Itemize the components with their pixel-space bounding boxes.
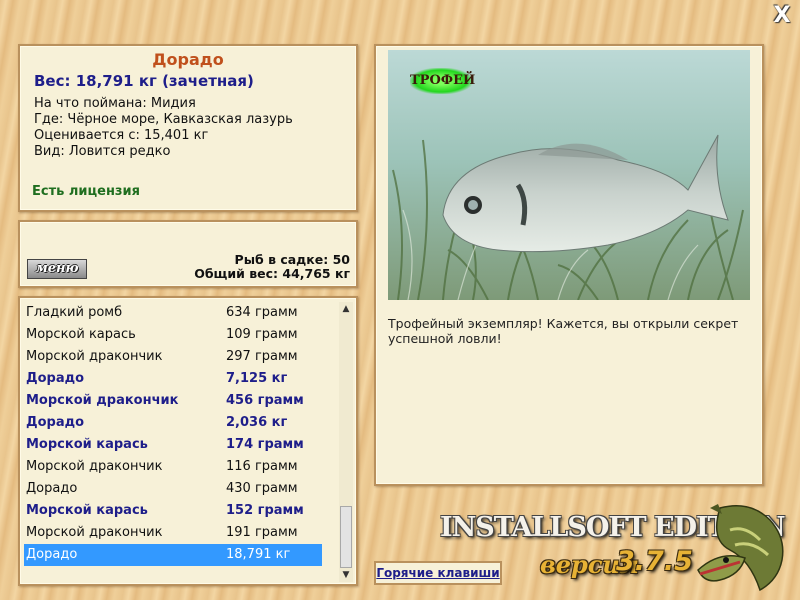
- fish-info-panel: Дорадо Вес: 18,791 кг (зачетная) На что …: [18, 44, 358, 212]
- scroll-thumb[interactable]: [340, 506, 352, 568]
- catch-fish-name: Морской дракончик: [26, 525, 163, 540]
- catch-fish-weight: 116 грамм: [226, 459, 298, 474]
- fish-bait: На что поймана: Мидия: [34, 96, 196, 111]
- catch-fish-name: Дорадо: [26, 371, 85, 386]
- fish-rarity: Вид: Ловится редко: [34, 144, 171, 159]
- list-scrollbar[interactable]: ▲ ▼: [339, 302, 353, 582]
- catch-fish-name: Морской дракончик: [26, 459, 163, 474]
- catch-list[interactable]: Гладкий ромб 634 грамм Морской карась 109 г…: [18, 296, 358, 586]
- close-button[interactable]: X: [772, 5, 792, 27]
- catch-fish-name: Дорадо: [26, 547, 78, 562]
- catch-fish-name: Морской карась: [26, 327, 136, 342]
- catch-list-item[interactable]: Дорадо 430 грамм: [24, 478, 322, 500]
- catch-fish-weight: 430 грамм: [226, 481, 298, 496]
- menu-button[interactable]: меню: [27, 259, 87, 279]
- catch-fish-weight: 152 грамм: [226, 503, 304, 518]
- catch-fish-weight: 2,036 кг: [226, 415, 288, 430]
- catch-fish-weight: 7,125 кг: [226, 371, 288, 386]
- catch-fish-weight: 634 грамм: [226, 305, 298, 320]
- fish-description: Трофейный экземпляр! Кажется, вы открыли…: [388, 316, 739, 346]
- hotkeys-button[interactable]: Горячие клавиши: [374, 561, 502, 585]
- catch-fish-weight: 191 грамм: [226, 525, 298, 540]
- license-status: Есть лицензия: [32, 184, 140, 199]
- catch-fish-weight: 109 грамм: [226, 327, 298, 342]
- catch-fish-weight: 174 грамм: [226, 437, 304, 452]
- catch-fish-weight: 297 грамм: [226, 349, 298, 364]
- catch-fish-name: Морской карась: [26, 437, 148, 452]
- scroll-down-arrow-icon[interactable]: ▼: [339, 568, 353, 582]
- catch-fish-name: Морской карась: [26, 503, 148, 518]
- fish-min-weight: Оценивается с: 15,401 кг: [34, 128, 209, 143]
- keepnet-stats-panel: меню Рыб в садке: 50 Общий вес: 44,765 к…: [18, 220, 358, 288]
- pike-fish-icon: [697, 504, 784, 592]
- total-weight: Общий вес: 44,765 кг: [194, 266, 350, 281]
- catch-list-item[interactable]: Морской карась 174 грамм: [24, 434, 322, 456]
- catch-list-item[interactable]: Дорадо 2,036 кг: [24, 412, 322, 434]
- catch-fish-name: Морской дракончик: [26, 349, 163, 364]
- catch-fish-name: Морской дракончик: [26, 393, 179, 408]
- catch-list-item[interactable]: Гладкий ромб 634 грамм: [24, 302, 322, 324]
- catch-fish-name: Дорадо: [26, 415, 85, 430]
- fish-location: Где: Чёрное море, Кавказская лазурь: [34, 112, 293, 127]
- catch-list-item[interactable]: Морской дракончик 456 грамм: [24, 390, 322, 412]
- catch-fish-weight: 18,791 кг: [226, 547, 291, 562]
- catch-fish-name: Дорадо: [26, 481, 78, 496]
- fish-photo-panel: ТРОФЕЙ Трофейный экземпляр! Кажется, вы …: [374, 44, 764, 486]
- catch-fish-weight: 456 грамм: [226, 393, 304, 408]
- catch-list-item[interactable]: Морской дракончик 116 грамм: [24, 456, 322, 478]
- fish-weight: Вес: 18,791 кг (зачетная): [34, 72, 254, 90]
- fish-name: Дорадо: [152, 50, 224, 69]
- catch-list-item[interactable]: Морской карась 109 грамм: [24, 324, 322, 346]
- catch-list-item[interactable]: Морской дракончик 191 грамм: [24, 522, 322, 544]
- version-number: 3.7.5: [616, 546, 693, 577]
- catch-fish-name: Гладкий ромб: [26, 305, 123, 320]
- trophy-badge: ТРОФЕЙ: [410, 68, 475, 94]
- catch-list-item[interactable]: Морской дракончик 297 грамм: [24, 346, 322, 368]
- catch-list-item[interactable]: Дорадо 18,791 кг: [24, 544, 322, 566]
- catch-list-item[interactable]: Морской карась 152 грамм: [24, 500, 322, 522]
- scroll-up-arrow-icon[interactable]: ▲: [339, 302, 353, 316]
- fish-count: Рыб в садке: 50: [234, 252, 350, 267]
- catch-list-item[interactable]: Дорадо 7,125 кг: [24, 368, 322, 390]
